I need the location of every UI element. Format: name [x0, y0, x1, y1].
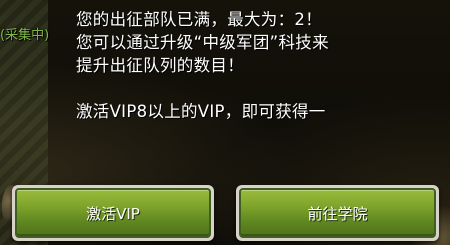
message-line-1: 您的出征部队已满，最大为：2！ [76, 10, 322, 29]
go-academy-button[interactable]: 前往学院 [236, 185, 439, 241]
go-academy-label: 前往学院 [307, 204, 368, 223]
message-line-3: 提升出征队列的数目！ [76, 56, 244, 75]
activate-vip-button-face[interactable]: 激活VIP [15, 188, 211, 238]
go-academy-button-face[interactable]: 前往学院 [239, 188, 436, 238]
march-limit-message: 您的出征部队已满，最大为：2！ 您可以通过升级“中级军团”科技来 提升出征队列的… [76, 8, 406, 123]
activate-vip-button[interactable]: 激活VIP [12, 185, 214, 241]
message-line-4: 激活VIP8以上的VIP，即可获得一 [76, 102, 326, 121]
activate-vip-label: 激活VIP [86, 204, 140, 223]
gathering-status-tag: (采集中) [0, 28, 50, 43]
message-line-2: 您可以通过升级“中级军团”科技来 [76, 33, 329, 52]
